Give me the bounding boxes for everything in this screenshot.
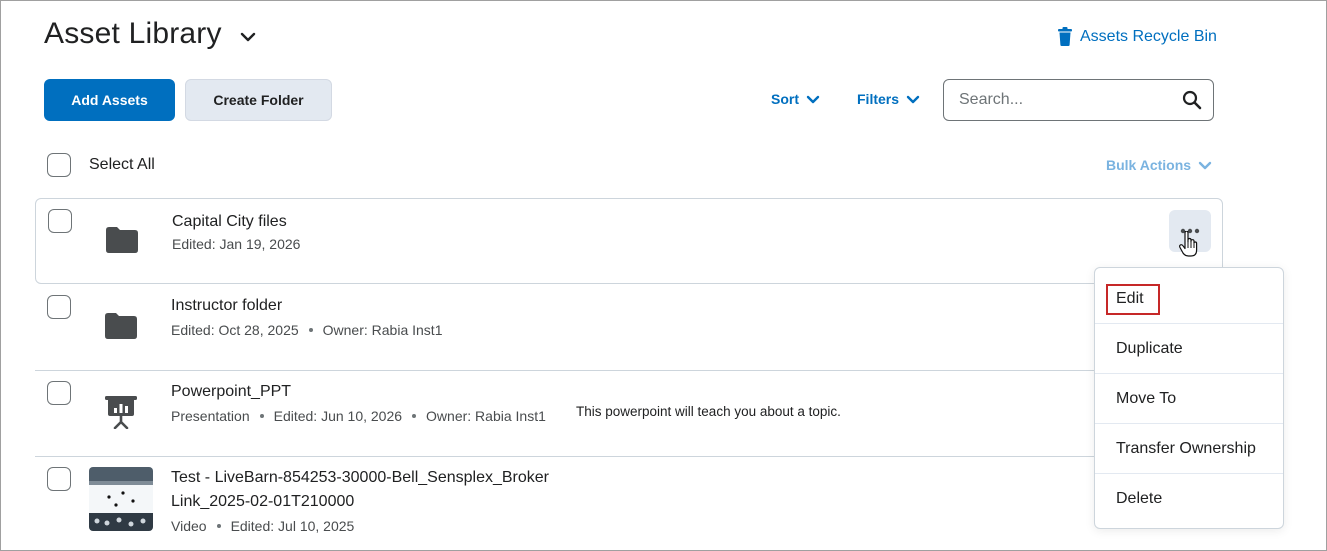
search-icon[interactable] xyxy=(1182,90,1202,115)
sort-label: Sort xyxy=(771,91,799,107)
item-checkbox[interactable] xyxy=(47,295,71,319)
item-owner: Owner: Rabia Inst1 xyxy=(426,408,546,424)
item-meta: Presentation Edited: Jun 10, 2026 Owner:… xyxy=(171,408,546,424)
item-title[interactable]: Instructor folder xyxy=(171,294,571,318)
select-all-checkbox[interactable] xyxy=(47,153,71,177)
menu-item-label: Transfer Ownership xyxy=(1116,440,1256,457)
select-all-label: Select All xyxy=(89,156,155,173)
bulk-actions-label: Bulk Actions xyxy=(1106,157,1192,173)
menu-item-move-to[interactable]: Move To xyxy=(1095,374,1283,424)
item-meta: Edited: Jan 19, 2026 xyxy=(172,236,300,252)
menu-item-label: Duplicate xyxy=(1116,340,1183,357)
bulk-actions-dropdown[interactable]: Bulk Actions xyxy=(1106,157,1212,173)
menu-item-label: Move To xyxy=(1116,390,1177,407)
separator-dot xyxy=(412,414,417,418)
item-edited: Edited: Jun 10, 2026 xyxy=(273,408,403,424)
menu-item-label: Delete xyxy=(1116,490,1163,507)
trash-icon xyxy=(1058,27,1072,46)
asset-library-page: Asset Library Assets Recycle Bin Add Ass… xyxy=(0,0,1327,551)
item-meta: Video Edited: Jul 10, 2025 xyxy=(171,518,354,534)
item-checkbox[interactable] xyxy=(48,209,72,233)
list-item[interactable]: Instructor folder Edited: Oct 28, 2025 O… xyxy=(35,285,1223,371)
chevron-down-icon xyxy=(1198,161,1212,169)
menu-item-delete[interactable]: Delete xyxy=(1095,474,1283,524)
filters-dropdown[interactable]: Filters xyxy=(857,91,920,107)
item-edited: Edited: Jul 10, 2025 xyxy=(230,518,355,534)
recycle-bin-link[interactable]: Assets Recycle Bin xyxy=(1058,27,1217,46)
search-input[interactable] xyxy=(959,91,1169,109)
recycle-bin-label: Assets Recycle Bin xyxy=(1080,27,1217,45)
separator-dot xyxy=(259,414,264,418)
more-actions-button[interactable] xyxy=(1169,210,1211,252)
video-thumbnail[interactable] xyxy=(89,467,153,531)
separator-dot xyxy=(308,328,313,332)
context-menu: Edit Duplicate Move To Transfer Ownershi… xyxy=(1094,267,1284,529)
item-type: Presentation xyxy=(171,408,250,424)
add-assets-button[interactable]: Add Assets xyxy=(44,79,175,121)
menu-item-transfer-ownership[interactable]: Transfer Ownership xyxy=(1095,424,1283,474)
list-item[interactable]: Capital City files Edited: Jan 19, 2026 xyxy=(35,198,1223,284)
item-title[interactable]: Test - LiveBarn-854253-30000-Bell_Senspl… xyxy=(171,466,621,514)
item-description: This powerpoint will teach you about a t… xyxy=(576,404,841,419)
chevron-down-icon xyxy=(806,95,820,103)
item-type: Video xyxy=(171,518,207,534)
chevron-down-icon xyxy=(906,95,920,103)
item-edited: Edited: Jan 19, 2026 xyxy=(172,236,301,252)
item-meta: Edited: Oct 28, 2025 Owner: Rabia Inst1 xyxy=(171,322,442,338)
filters-label: Filters xyxy=(857,91,900,107)
separator-dot xyxy=(216,524,221,528)
item-title-line: Test - LiveBarn-854253-30000-Bell_Senspl… xyxy=(171,469,549,486)
title-area: Asset Library xyxy=(44,17,256,51)
more-horizontal-icon xyxy=(1180,228,1200,234)
list-item[interactable]: Test - LiveBarn-854253-30000-Bell_Senspl… xyxy=(35,457,1223,543)
page-title: Asset Library xyxy=(44,17,222,50)
presentation-icon xyxy=(105,395,137,434)
menu-item-duplicate[interactable]: Duplicate xyxy=(1095,324,1283,374)
item-checkbox[interactable] xyxy=(47,381,71,405)
folder-icon xyxy=(106,227,138,258)
select-all-row: Select All xyxy=(47,153,155,177)
item-title[interactable]: Capital City files xyxy=(172,210,572,234)
search-box xyxy=(943,79,1214,121)
item-edited: Edited: Oct 28, 2025 xyxy=(171,322,299,338)
list-item[interactable]: Powerpoint_PPT Presentation Edited: Jun … xyxy=(35,371,1223,457)
item-title[interactable]: Powerpoint_PPT xyxy=(171,380,571,404)
chevron-down-icon[interactable] xyxy=(240,32,256,42)
create-folder-button[interactable]: Create Folder xyxy=(185,79,332,121)
edit-highlight-box xyxy=(1106,284,1160,315)
folder-icon xyxy=(105,313,137,344)
item-owner: Owner: Rabia Inst1 xyxy=(322,322,443,338)
item-title-line: Link_2025-02-01T210000 xyxy=(171,493,355,510)
item-checkbox[interactable] xyxy=(47,467,71,491)
sort-dropdown[interactable]: Sort xyxy=(771,91,820,107)
